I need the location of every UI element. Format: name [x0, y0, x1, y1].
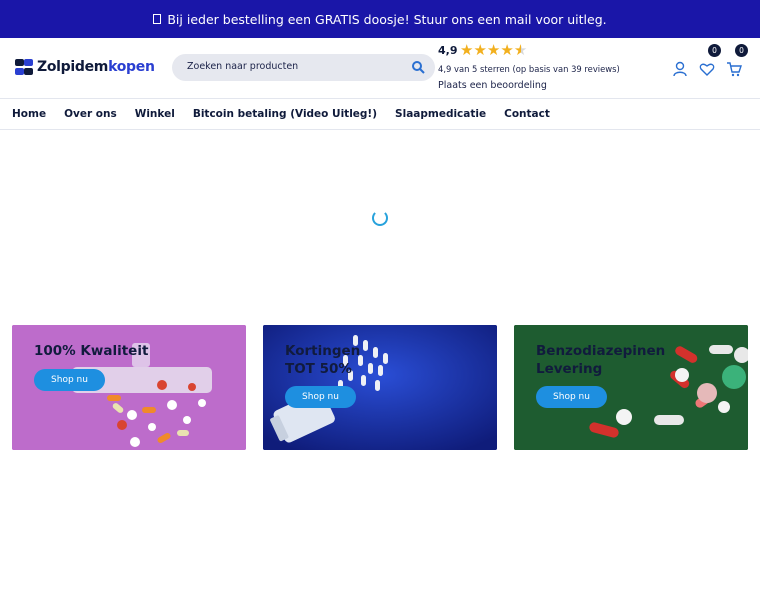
nav-contact[interactable]: Contact	[504, 108, 550, 120]
site-header: Zolpidem kopen Zoeken naar producten 4,9 …	[0, 38, 760, 99]
wishlist-count-badge: 0	[708, 44, 721, 57]
search-bar[interactable]: Zoeken naar producten	[172, 54, 435, 81]
card-title: 100% Kwaliteit	[34, 343, 149, 359]
promo-card-quality[interactable]: 100% Kwaliteit Shop nu	[12, 325, 246, 450]
nav-winkel[interactable]: Winkel	[135, 108, 175, 120]
write-review-link[interactable]: Plaats een beoordeling	[438, 80, 547, 91]
cart-icon[interactable]	[726, 61, 742, 77]
logo[interactable]: Zolpidem kopen	[14, 58, 155, 76]
announcement-bar: Bij ieder bestelling een GRATIS doosje! …	[0, 0, 760, 38]
nav-slaapmedicatie[interactable]: Slaapmedicatie	[395, 108, 486, 120]
gift-icon	[153, 14, 162, 24]
wishlist-heart-icon[interactable]	[699, 61, 715, 77]
logo-text-accent: kopen	[108, 59, 155, 75]
card-title-line1: Benzodiazepinen	[536, 343, 666, 359]
nav-home[interactable]: Home	[12, 108, 46, 120]
logo-text-main: Zolpidem	[37, 59, 109, 75]
announcement-text: Bij ieder bestelling een GRATIS doosje! …	[167, 11, 607, 27]
shop-now-button[interactable]: Shop nu	[285, 386, 356, 408]
nav-bitcoin-betaling[interactable]: Bitcoin betaling (Video Uitleg!)	[193, 108, 377, 120]
search-input[interactable]: Zoeken naar producten	[187, 61, 298, 72]
promo-card-benzodiazepines[interactable]: Benzodiazepinen Levering Shop nu	[514, 325, 748, 450]
nav-over-ons[interactable]: Over ons	[64, 108, 117, 120]
star-rating-icon: ★ ★ ★ ★ ★	[460, 41, 528, 59]
search-icon[interactable]	[411, 60, 425, 74]
cart-count-badge: 0	[735, 44, 748, 57]
card-title-line2: Levering	[536, 361, 603, 377]
rating-score: 4,9	[438, 44, 458, 57]
promo-card-discount[interactable]: Kortingen TOT 50% Shop nu	[263, 325, 497, 450]
shop-now-button[interactable]: Shop nu	[34, 369, 105, 391]
main-nav: Home Over ons Winkel Bitcoin betaling (V…	[0, 98, 760, 130]
rating-summary: 4,9 van 5 sterren (op basis van 39 revie…	[438, 64, 620, 74]
account-icon[interactable]	[672, 61, 688, 77]
shop-now-button[interactable]: Shop nu	[536, 386, 607, 408]
loading-spinner-icon	[372, 210, 388, 226]
card-title-line1: Kortingen	[285, 343, 361, 359]
logo-mark-icon	[15, 59, 33, 75]
card-title-line2: TOT 50%	[285, 361, 352, 377]
